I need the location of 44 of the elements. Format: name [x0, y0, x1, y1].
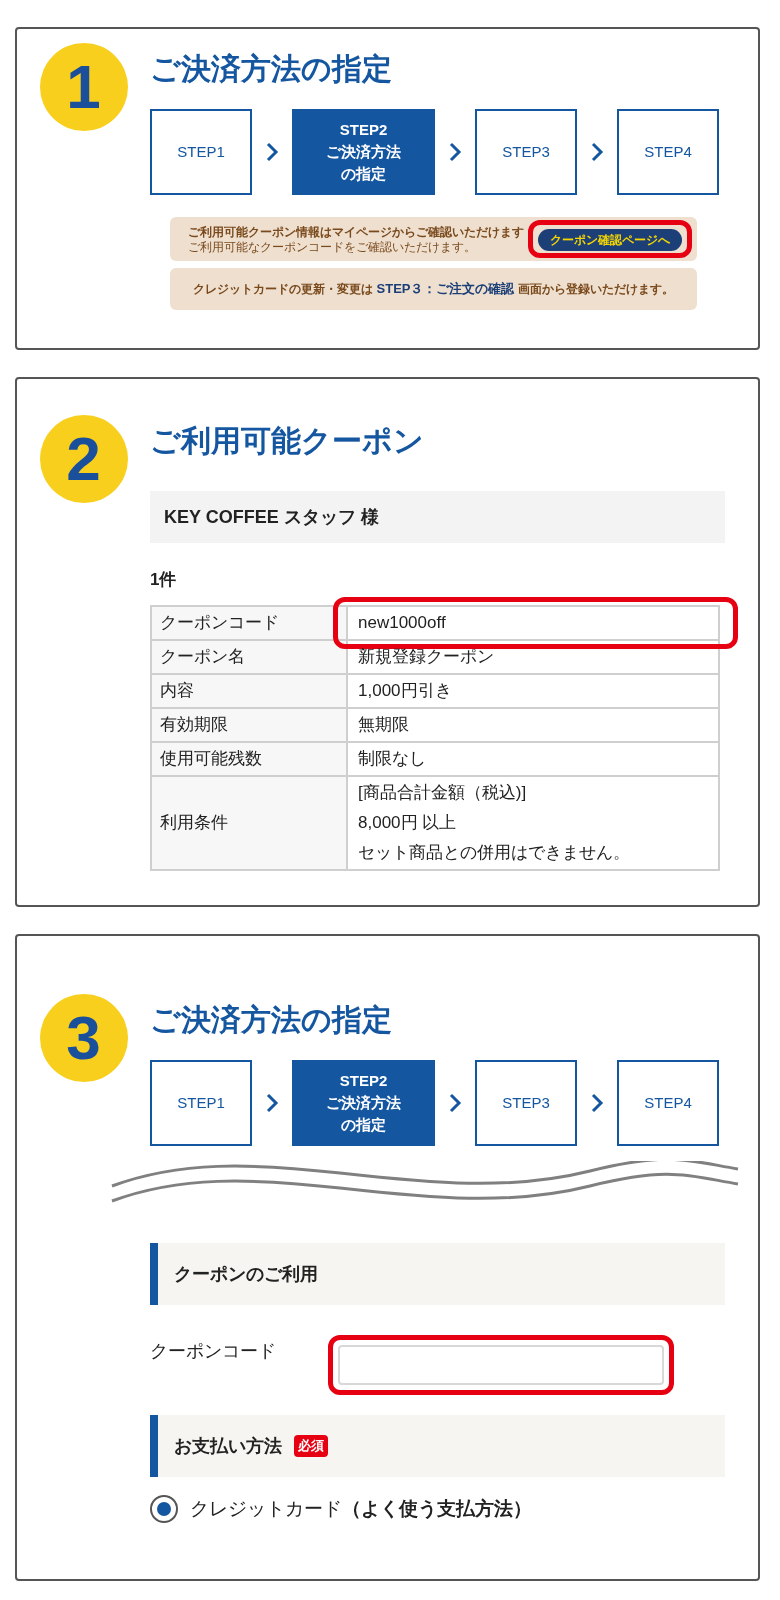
chevron-right-icon: [265, 1093, 279, 1113]
chevron-right-icon: [448, 142, 462, 162]
step-number-badge: 1: [39, 43, 128, 131]
recipient-bar: KEY COFFEE スタッフ 様: [150, 491, 725, 543]
chevron-right-icon: [265, 142, 279, 162]
step-box: STEP1: [150, 109, 252, 195]
chevron-right-icon: [590, 1093, 604, 1113]
step-number-badge: 2: [39, 415, 128, 503]
section-title: ご決済方法の指定: [150, 1002, 393, 1038]
result-count: 1件: [150, 569, 177, 591]
step-box: STEP4: [617, 109, 719, 195]
table-cell: クーポン名: [151, 639, 347, 674]
step-box: STEP4: [617, 1060, 719, 1146]
notice-text: クレジットカードの更新・変更は STEP３：ご注文の確認 画面から登録いただけます。: [192, 280, 675, 298]
section-heading: お支払い方法: [174, 1434, 282, 1458]
step-box: STEP2 ご決済方法の指定: [292, 1060, 435, 1146]
required-badge: 必須: [294, 1435, 328, 1457]
table-cell: 新規登録クーポン: [347, 639, 719, 674]
chevron-right-icon: [448, 1093, 462, 1113]
step-number-badge: 3: [39, 994, 128, 1082]
section-title: ご決済方法の指定: [150, 51, 393, 87]
input-field[interactable]: [338, 1345, 664, 1385]
step-box: STEP3: [475, 1060, 577, 1146]
radio-button[interactable]: [150, 1495, 178, 1524]
table-cell: 内容: [151, 673, 347, 708]
step-box: STEP2 ご決済方法の指定: [292, 109, 435, 195]
table-cell: 利用条件: [151, 775, 347, 870]
section-heading: クーポンのご利用: [150, 1243, 725, 1305]
table-cell: 無期限: [347, 707, 719, 742]
table-cell: 制限なし: [347, 741, 719, 776]
field-label: クーポンコード: [150, 1340, 277, 1363]
section-title: ご利用可能クーポン: [150, 423, 425, 459]
table-cell: [商品合計金額（税込)] 8,000円 以上 セット商品との併用はできません。: [347, 775, 719, 870]
table-cell: 1,000円引き: [347, 673, 719, 708]
option-label: クレジットカード（よく使う支払方法）: [190, 1497, 532, 1521]
step-box: STEP1: [150, 1060, 252, 1146]
notice-subtext: ご利用可能なクーポンコードをご確認いただけます。: [188, 239, 477, 255]
table-cell: クーポンコード: [151, 605, 347, 640]
table-cell: 使用可能残数: [151, 741, 347, 776]
coupon-page-button[interactable]: クーポン確認ページへ: [538, 229, 682, 251]
chevron-right-icon: [590, 142, 604, 162]
step-box: STEP3: [475, 109, 577, 195]
notice-text: ご利用可能クーポン情報はマイページからご確認いただけます: [188, 223, 524, 240]
table-cell: 有効期限: [151, 707, 347, 742]
